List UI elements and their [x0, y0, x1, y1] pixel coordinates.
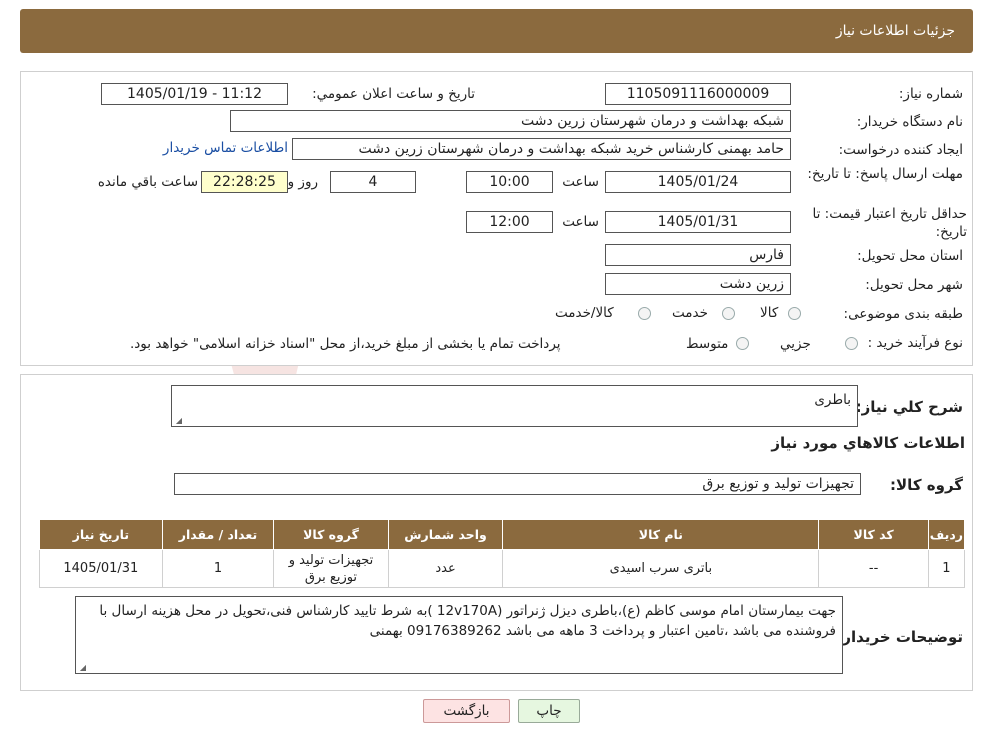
category-label: طبقه بندی موضوعی: — [843, 306, 963, 322]
remaining-time-field: 22:28:25 — [201, 171, 288, 193]
process-minor-label: جزيي — [780, 336, 811, 352]
col-row-number: رديف — [927, 519, 966, 550]
resize-grip-icon[interactable]: ◢ — [174, 417, 182, 425]
price-validity-time-label: ساعت — [562, 214, 599, 230]
category-goods-label: کالا — [760, 305, 779, 321]
goods-table: رديف کد کالا نام کالا واحد شمارش گروه کا… — [39, 519, 966, 588]
cell-row-number: 1 — [927, 549, 966, 588]
print-button[interactable]: چاپ — [518, 699, 580, 723]
buyer-contact-link[interactable]: اطلاعات تماس خريدار — [163, 140, 288, 156]
deadline-time-field: 10:00 — [466, 171, 553, 193]
cell-goods-group: تجهیزات تولید و توزیع برق — [273, 549, 389, 588]
category-service-radio[interactable] — [722, 307, 735, 320]
province-field: فارس — [605, 244, 791, 266]
col-goods-code: کد کالا — [818, 519, 929, 550]
category-goods-radio[interactable] — [788, 307, 801, 320]
page-header: جزئیات اطلاعات نیاز — [20, 9, 973, 53]
summary-label: شرح كلي نياز: — [855, 398, 963, 416]
need-number-field: 1105091116000009 — [605, 83, 791, 105]
category-service-label: خدمت — [672, 305, 708, 321]
goods-group-field: تجهیزات تولید و توزیع برق — [174, 473, 861, 495]
process-payment-note: پرداخت تمام يا بخشی از مبلغ خريد،از محل … — [130, 336, 561, 352]
cell-quantity: 1 — [161, 549, 275, 588]
days-label: روز و — [287, 174, 318, 190]
city-field: زرین دشت — [605, 273, 791, 295]
page-title: جزئیات اطلاعات نیاز — [835, 23, 955, 39]
col-unit: واحد شمارش — [387, 519, 504, 550]
summary-text: باطری — [814, 392, 851, 408]
cell-goods-name: باتری سرب اسیدی — [502, 549, 820, 588]
col-goods-name: نام کالا — [502, 519, 820, 550]
goods-group-label: گروه کالا: — [890, 476, 963, 494]
days-remaining-field: 4 — [330, 171, 416, 193]
col-need-date: تاريخ نياز — [39, 519, 163, 550]
goods-info-title: اطلاعات كالاهاي مورد نياز — [771, 434, 965, 452]
process-medium-label: متوسط — [686, 336, 729, 352]
resize-grip-icon[interactable]: ◢ — [78, 664, 86, 672]
buyer-notes-text: جهت بیمارستان امام موسی کاظم (ع)،باطری د… — [99, 603, 836, 639]
requester-label: ايجاد کننده درخواست: — [838, 142, 963, 158]
category-goods-service-radio[interactable] — [638, 307, 651, 320]
process-type-label: نوع فرآيند خريد : — [867, 335, 963, 351]
buyer-org-label: نام دستگاه خريدار: — [856, 114, 963, 130]
col-quantity: تعداد / مقدار — [161, 519, 275, 550]
cell-unit: عدد — [387, 549, 504, 588]
deadline-date-field: 1405/01/24 — [605, 171, 791, 193]
cell-need-date: 1405/01/31 — [39, 549, 163, 588]
col-goods-group: گروه کالا — [273, 519, 389, 550]
buyer-notes-label: توضيحات خريدار: — [836, 628, 963, 646]
price-validity-date-field: 1405/01/31 — [605, 211, 791, 233]
back-button[interactable]: بازگشت — [423, 699, 510, 723]
buyer-org-field: شبکه بهداشت و درمان شهرستان زرین دشت — [230, 110, 791, 132]
deadline-time-label: ساعت — [562, 174, 599, 190]
remaining-time-label: ساعت باقي مانده — [97, 174, 198, 190]
cell-goods-code: -- — [818, 549, 929, 588]
price-validity-time-field: 12:00 — [466, 211, 553, 233]
deadline-label: مهلت ارسال پاسخ: تا تاريخ: — [807, 166, 963, 182]
category-goods-service-label: کالا/خدمت — [555, 305, 614, 321]
summary-field[interactable]: باطری ◢ — [171, 385, 858, 427]
goods-table-header-row: رديف کد کالا نام کالا واحد شمارش گروه کا… — [39, 519, 966, 550]
process-medium-radio[interactable] — [736, 337, 749, 350]
province-label: استان محل تحويل: — [857, 248, 963, 264]
price-validity-label: حداقل تاريخ اعتبار قيمت: تا تاريخ: — [812, 206, 967, 240]
process-minor-radio[interactable] — [845, 337, 858, 350]
announce-datetime-field: 1405/01/19 - 11:12 — [101, 83, 288, 105]
announce-datetime-label: تاریخ و ساعت اعلان عمومي: — [312, 86, 475, 102]
buyer-notes-field[interactable]: جهت بیمارستان امام موسی کاظم (ع)،باطری د… — [75, 596, 843, 674]
city-label: شهر محل تحويل: — [865, 277, 963, 293]
need-number-label: شماره نیاز: — [898, 86, 963, 102]
requester-field: حامد بهمنی کارشناس خرید شبکه بهداشت و در… — [292, 138, 791, 160]
table-row: 1 -- باتری سرب اسیدی عدد تجهیزات تولید و… — [39, 549, 966, 588]
